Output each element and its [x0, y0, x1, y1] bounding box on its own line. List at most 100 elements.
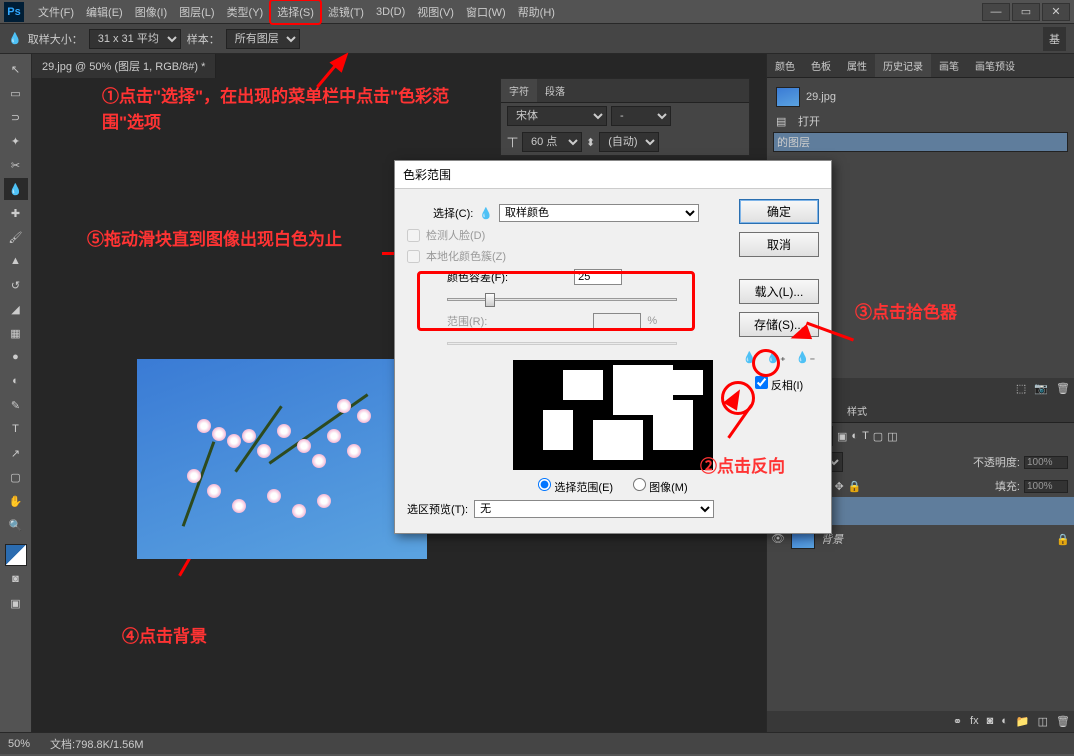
- tab-swatches[interactable]: 色板: [803, 54, 839, 77]
- lock-all-icon[interactable]: 🔒: [848, 480, 862, 493]
- minimize-button[interactable]: —: [982, 3, 1010, 21]
- tab-color[interactable]: 颜色: [767, 54, 803, 77]
- maximize-button[interactable]: ▭: [1012, 3, 1040, 21]
- tool-text[interactable]: T: [4, 418, 28, 440]
- radio-selection[interactable]: 选择范围(E): [538, 478, 613, 495]
- visibility-icon[interactable]: 👁: [771, 532, 785, 546]
- filter-image-icon[interactable]: ▣: [837, 430, 847, 443]
- menu-type[interactable]: 类型(Y): [221, 1, 270, 23]
- tool-screenmode[interactable]: ▣: [4, 592, 28, 614]
- fill-input[interactable]: [1024, 480, 1068, 493]
- trash-icon[interactable]: 🗑: [1056, 382, 1070, 395]
- tool-eraser[interactable]: ◢: [4, 298, 28, 320]
- sample-size-select[interactable]: 31 x 31 平均: [89, 29, 181, 49]
- filter-adjust-icon[interactable]: ◐: [851, 430, 858, 442]
- tool-eyedropper[interactable]: 💧: [4, 178, 28, 200]
- tool-lasso[interactable]: ⊃: [4, 106, 28, 128]
- radio-image[interactable]: 图像(M): [633, 478, 688, 495]
- close-button[interactable]: ✕: [1042, 3, 1070, 21]
- invert-check-label[interactable]: 反相(I): [755, 376, 803, 393]
- leading-select[interactable]: (自动): [599, 132, 659, 152]
- radio-img-input[interactable]: [633, 478, 646, 491]
- eyedropper-sub-tool[interactable]: 💧₋: [796, 351, 816, 364]
- link-icon[interactable]: ⚭: [953, 715, 962, 728]
- menu-filter[interactable]: 滤镜(T): [322, 1, 370, 23]
- document-tab[interactable]: 29.jpg @ 50% (图层 1, RGB/8#) *: [32, 54, 216, 78]
- detect-faces-check: [407, 229, 420, 242]
- cancel-button[interactable]: 取消: [739, 232, 819, 257]
- history-step-layer[interactable]: 的图层: [773, 132, 1068, 152]
- tool-stamp[interactable]: ▲: [4, 250, 28, 272]
- preview-dropdown[interactable]: 无: [474, 500, 714, 518]
- statusbar: 50% 文档:798.8K/1.56M: [0, 732, 1074, 754]
- tool-gradient[interactable]: ▦: [4, 322, 28, 344]
- tool-blur[interactable]: ●: [4, 346, 28, 368]
- leading-icon: ⬍: [586, 136, 595, 149]
- tool-history-brush[interactable]: ↺: [4, 274, 28, 296]
- radio-sel-input[interactable]: [538, 478, 551, 491]
- zoom-level[interactable]: 50%: [8, 738, 30, 750]
- color-swatch[interactable]: [5, 544, 27, 566]
- menu-window[interactable]: 窗口(W): [460, 1, 512, 23]
- tool-marquee[interactable]: ▭: [4, 82, 28, 104]
- filter-text-icon[interactable]: T: [862, 430, 869, 442]
- tool-heal[interactable]: ✚: [4, 202, 28, 224]
- select-label: 选择(C):: [433, 205, 473, 221]
- tool-wand[interactable]: ✦: [4, 130, 28, 152]
- highlight-eyedropper-add: [752, 349, 780, 377]
- lock-pos-icon[interactable]: ✥: [834, 480, 843, 493]
- opacity-input[interactable]: [1024, 456, 1068, 469]
- group-icon[interactable]: 📁: [1016, 715, 1030, 728]
- menu-help[interactable]: 帮助(H): [512, 1, 561, 23]
- filter-shape-icon[interactable]: ▢: [873, 430, 883, 443]
- tab-history[interactable]: 历史记录: [875, 54, 931, 77]
- menu-view[interactable]: 视图(V): [411, 1, 460, 23]
- tool-crop[interactable]: ✂: [4, 154, 28, 176]
- sample-select[interactable]: 所有图层: [226, 29, 300, 49]
- essentials-tab[interactable]: 基: [1043, 27, 1066, 51]
- mask-icon[interactable]: ◙: [987, 715, 994, 728]
- tab-paths[interactable]: 样式: [839, 399, 875, 422]
- tool-dodge[interactable]: ◐: [4, 370, 28, 392]
- menu-image[interactable]: 图像(I): [129, 1, 173, 23]
- load-button[interactable]: 载入(L)...: [739, 279, 819, 304]
- tab-brush[interactable]: 画笔: [931, 54, 967, 77]
- select-dropdown[interactable]: 取样颜色: [499, 204, 699, 222]
- tool-hand[interactable]: ✋: [4, 490, 28, 512]
- tab-paragraph[interactable]: 段落: [537, 79, 573, 102]
- invert-checkbox[interactable]: [755, 376, 768, 389]
- ok-button[interactable]: 确定: [739, 199, 819, 224]
- tool-path[interactable]: ↗: [4, 442, 28, 464]
- tab-presets[interactable]: 画笔预设: [967, 54, 1023, 77]
- tool-zoom[interactable]: 🔍: [4, 514, 28, 536]
- delete-icon[interactable]: 🗑: [1056, 715, 1070, 728]
- menu-file[interactable]: 文件(F): [32, 1, 80, 23]
- size-select[interactable]: 60 点: [522, 132, 582, 152]
- tool-pen[interactable]: ✎: [4, 394, 28, 416]
- font-select[interactable]: 宋体: [507, 106, 607, 126]
- menu-select[interactable]: 选择(S): [269, 0, 322, 25]
- tab-props[interactable]: 属性: [839, 54, 875, 77]
- fx-icon[interactable]: fx: [970, 715, 979, 728]
- new-layer-icon[interactable]: ◫: [1038, 715, 1048, 728]
- filter-smart-icon[interactable]: ◫: [887, 430, 897, 443]
- history-filename: 29.jpg: [806, 91, 836, 103]
- lock-icon: 🔒: [1056, 533, 1070, 546]
- camera-icon[interactable]: 📷: [1034, 382, 1048, 395]
- tool-move[interactable]: ↖: [4, 58, 28, 80]
- history-step-open[interactable]: ▤ 打开: [773, 110, 1068, 132]
- sample-label: 样本：: [187, 31, 220, 47]
- snapshot-icon[interactable]: ⬚: [1016, 382, 1026, 395]
- document-image[interactable]: [137, 359, 427, 559]
- menu-edit[interactable]: 编辑(E): [80, 1, 129, 23]
- tool-brush[interactable]: 🖌: [4, 226, 28, 248]
- adjustment-icon[interactable]: ◐: [1001, 715, 1008, 728]
- tab-character[interactable]: 字符: [501, 79, 537, 102]
- tool-quickmask[interactable]: ◙: [4, 568, 28, 590]
- menu-3d[interactable]: 3D(D): [370, 3, 411, 21]
- annotation-3: ③点击拾色器: [855, 298, 957, 323]
- font-style-select[interactable]: -: [611, 106, 671, 126]
- tool-shape[interactable]: ▢: [4, 466, 28, 488]
- history-doc[interactable]: 29.jpg: [773, 84, 1068, 110]
- menu-layer[interactable]: 图层(L): [173, 1, 220, 23]
